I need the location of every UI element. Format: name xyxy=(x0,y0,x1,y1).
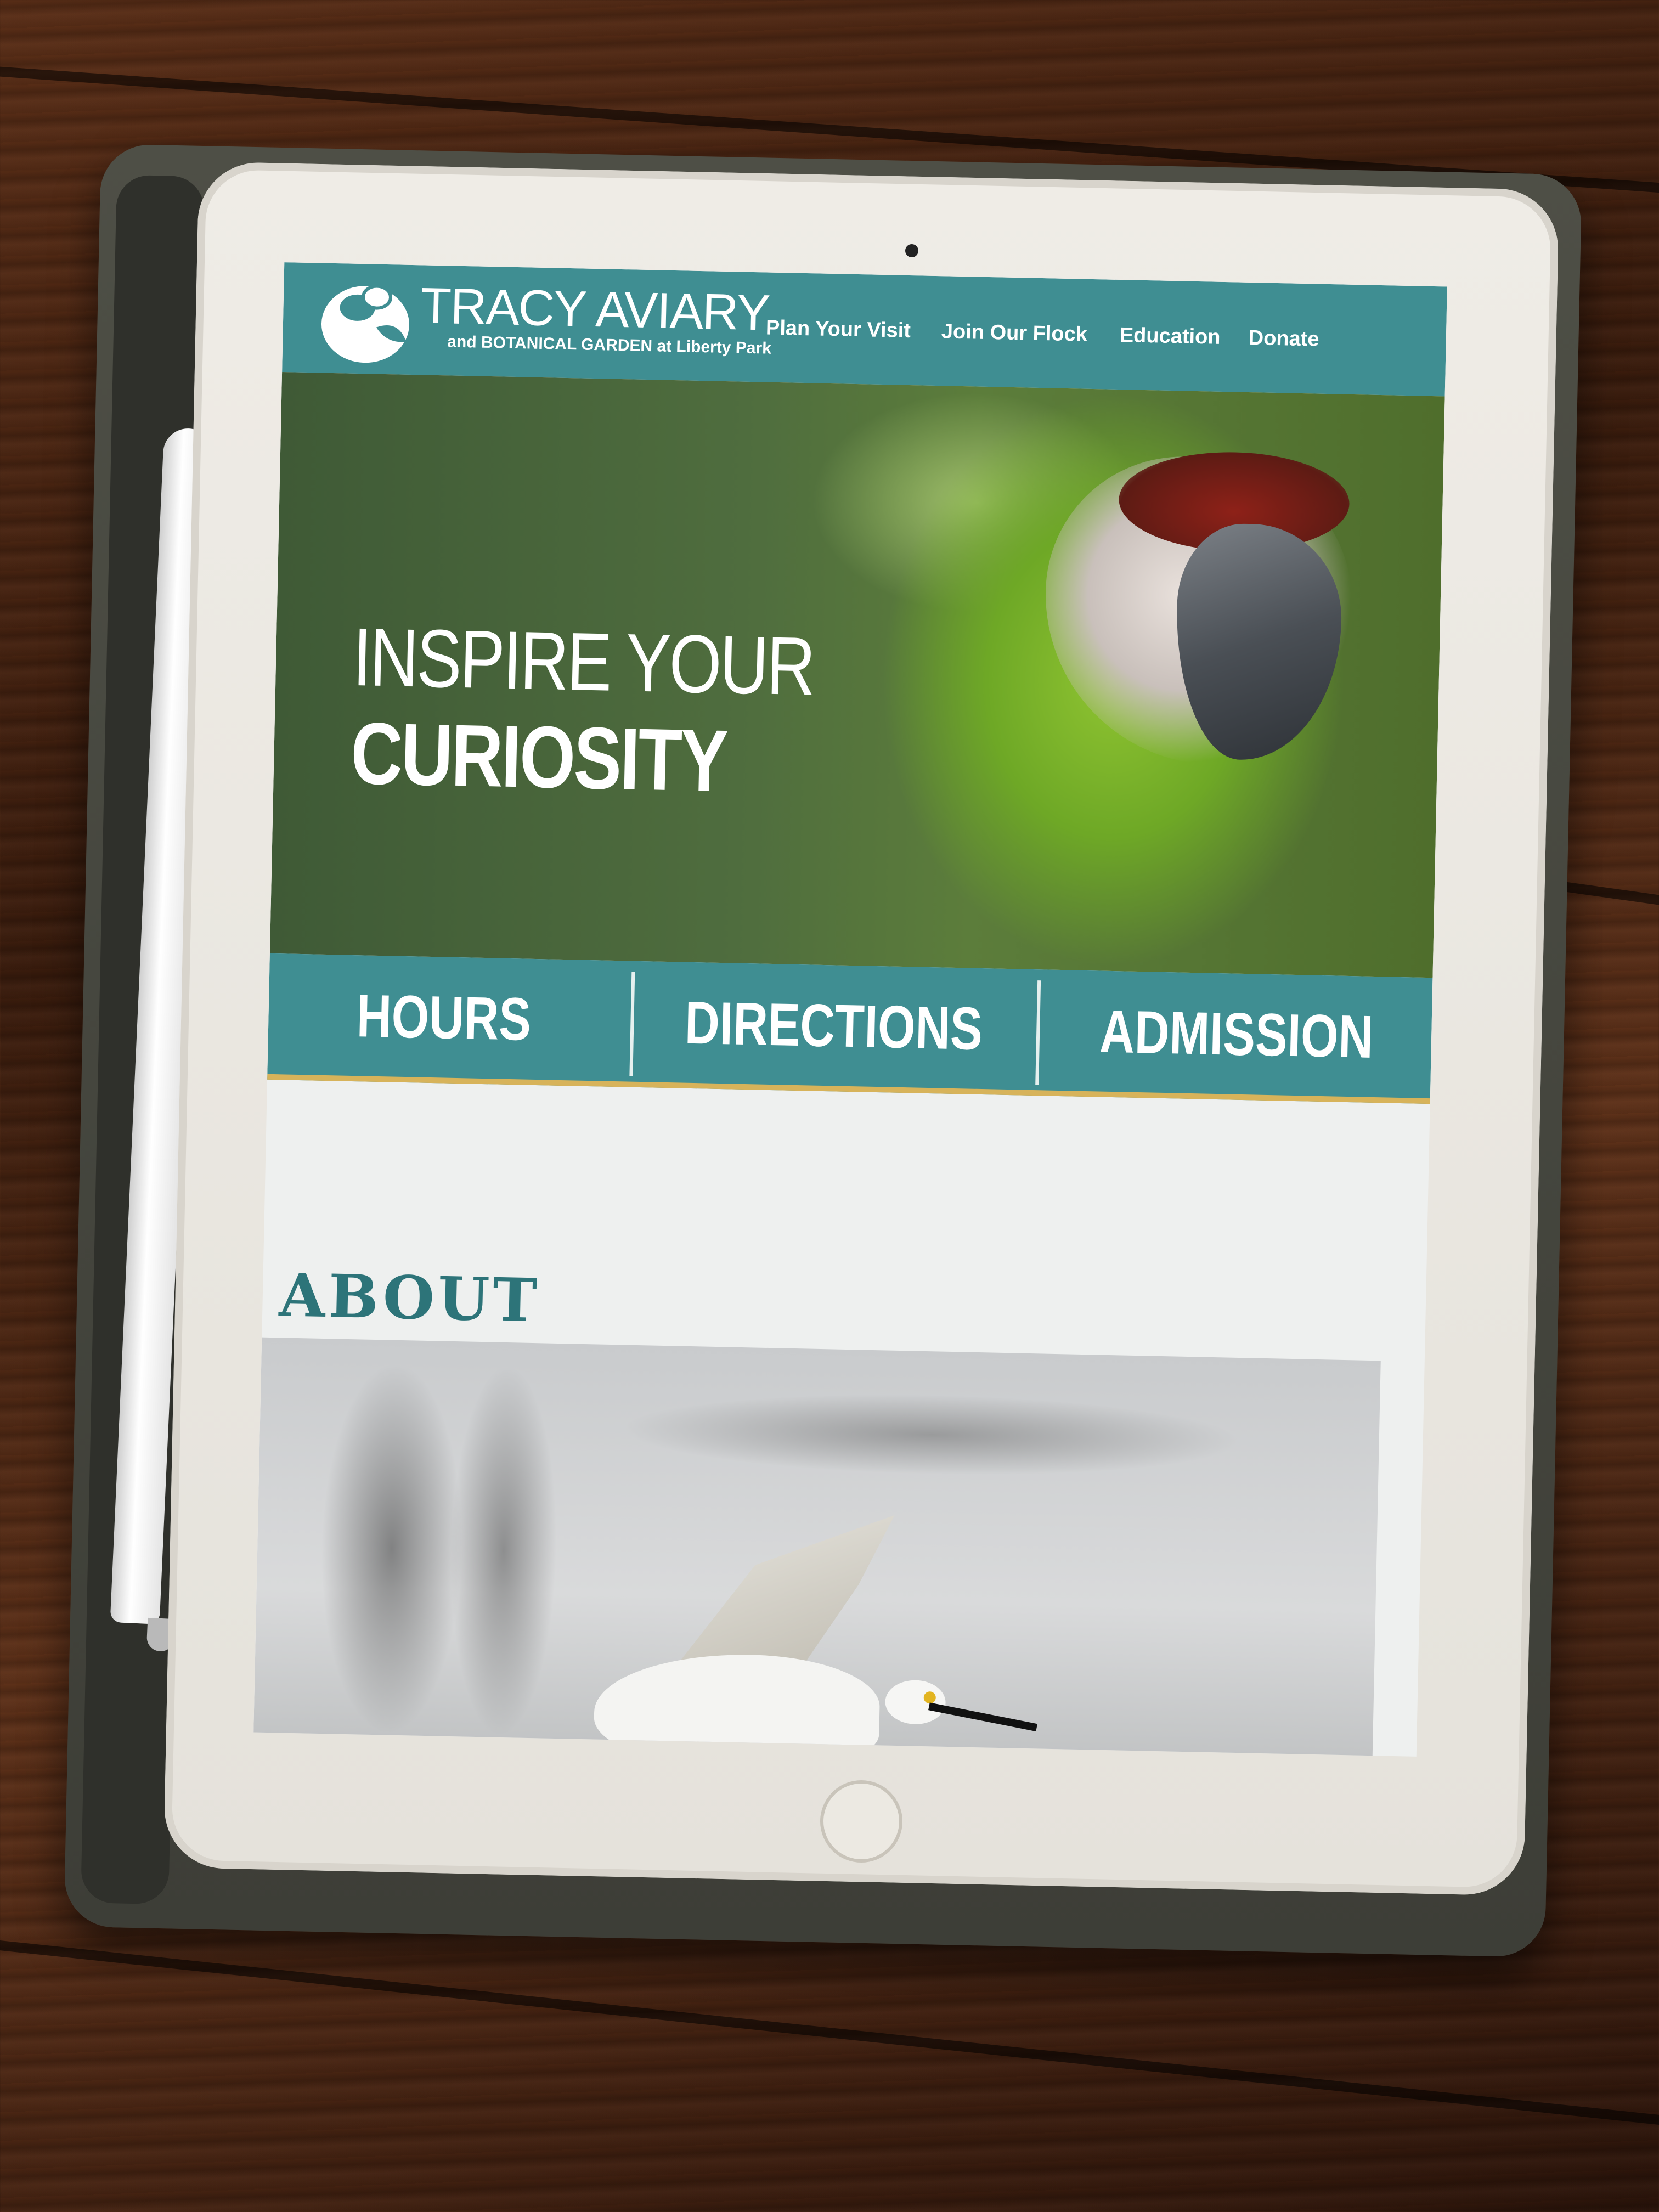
tab-divider xyxy=(1035,980,1041,1085)
egret-beak xyxy=(928,1702,1037,1731)
hours-tab[interactable]: HOURS xyxy=(267,953,620,1081)
nav-donate[interactable]: Donate xyxy=(1248,326,1319,352)
front-camera xyxy=(905,244,918,257)
tab-divider xyxy=(629,972,635,1076)
hero-headline-line2: CURIOSITY xyxy=(349,703,728,810)
tablet-screen: TRACY AVIARY and BOTANICAL GARDEN at Lib… xyxy=(253,262,1447,1757)
hero-headline-line1: INSPIRE YOUR xyxy=(352,610,815,713)
nav-education[interactable]: Education xyxy=(1119,324,1221,349)
table-seam xyxy=(0,1935,1659,2135)
quick-links-bar: HOURS DIRECTIONS ADMISSION xyxy=(267,953,1433,1104)
hours-tab-label: HOURS xyxy=(356,981,532,1053)
nav-join-our-flock[interactable]: Join Our Flock xyxy=(941,320,1087,347)
nav-plan-your-visit[interactable]: Plan Your Visit xyxy=(766,317,911,343)
directions-tab[interactable]: DIRECTIONS xyxy=(635,961,1032,1090)
about-heading: ABOUT xyxy=(278,1260,541,1335)
about-egret-photo xyxy=(253,1337,1381,1757)
directions-tab-label: DIRECTIONS xyxy=(684,989,983,1063)
bird-logo-icon[interactable] xyxy=(315,274,427,369)
home-button[interactable] xyxy=(820,1780,902,1863)
admission-tab-label: ADMISSION xyxy=(1099,997,1374,1071)
hero-banner: INSPIRE YOUR CURIOSITY xyxy=(269,372,1445,978)
admission-tab[interactable]: ADMISSION xyxy=(1041,969,1432,1098)
egret-head xyxy=(884,1679,946,1725)
site-logo-title[interactable]: TRACY AVIARY xyxy=(420,277,770,342)
